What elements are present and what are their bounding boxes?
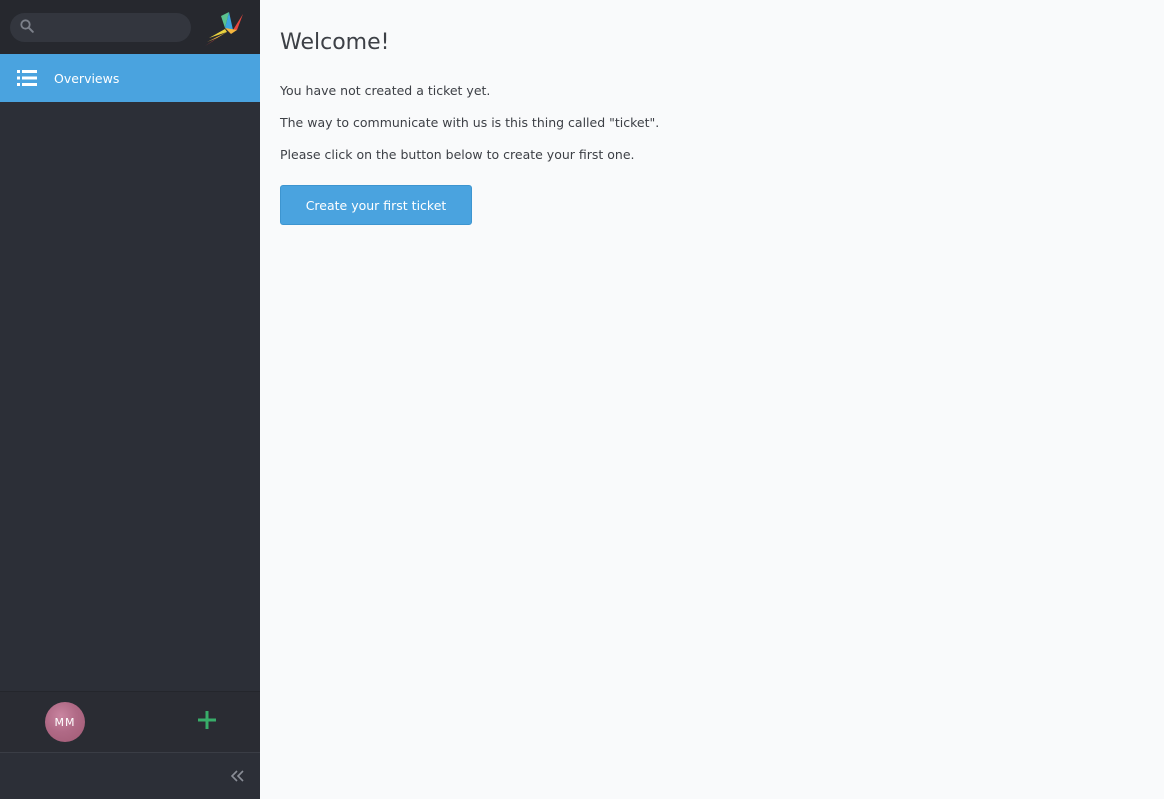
sidebar-item-overviews[interactable]: Overviews <box>0 54 260 102</box>
search-icon <box>20 18 34 37</box>
welcome-text-3: Please click on the button below to crea… <box>280 147 635 162</box>
welcome-text-2: The way to communicate with us is this t… <box>280 115 660 130</box>
avatar[interactable]: MM <box>45 702 85 742</box>
search-box[interactable] <box>10 12 191 42</box>
app: Overviews MM Welcome! You have not creat… <box>0 0 1164 799</box>
collapse-sidebar-button[interactable] <box>230 768 246 784</box>
avatar-initials: MM <box>54 715 76 729</box>
welcome-text-1: You have not created a ticket yet. <box>280 83 491 98</box>
sidebar-item-label: Overviews <box>54 70 120 86</box>
list-icon <box>17 68 37 88</box>
create-first-ticket-button[interactable]: Create your first ticket <box>280 185 472 225</box>
page-title: Welcome! <box>280 30 390 55</box>
sidebar-header <box>0 0 260 54</box>
main-content: Welcome! You have not created a ticket y… <box>260 0 1164 799</box>
sidebar: Overviews MM <box>0 0 260 799</box>
double-chevron-left-icon <box>230 767 245 786</box>
add-new-button[interactable] <box>195 710 219 734</box>
sidebar-collapse-bar <box>0 752 260 799</box>
search-input[interactable] <box>40 19 180 35</box>
zammad-logo-icon[interactable] <box>203 8 245 46</box>
sidebar-footer: MM <box>0 691 260 752</box>
plus-icon <box>198 711 216 733</box>
